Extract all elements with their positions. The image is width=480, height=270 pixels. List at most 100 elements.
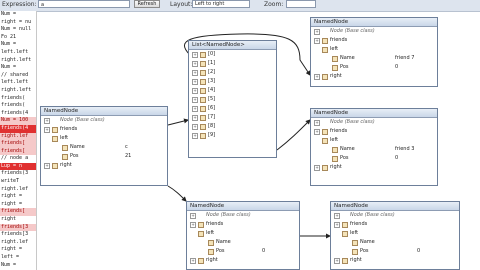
code-line[interactable]: right = [0, 193, 36, 201]
node-row[interactable]: left [41, 134, 167, 143]
expander-icon[interactable]: + [334, 222, 340, 228]
code-line[interactable]: left.left [0, 79, 36, 87]
node-row[interactable]: + Node (Base class) [41, 116, 167, 125]
node-row[interactable]: + friends [311, 127, 437, 136]
code-line[interactable]: friends[3 [0, 223, 36, 232]
node-row[interactable]: + Node (Base class) [187, 211, 299, 220]
expander-icon[interactable]: + [314, 29, 320, 35]
code-line[interactable]: Num = 100 [0, 117, 36, 125]
node-row[interactable]: + friends [187, 220, 299, 229]
code-line[interactable]: right.left [0, 87, 36, 95]
code-line[interactable]: friends(4 [0, 110, 36, 118]
node-row[interactable]: + friends [331, 220, 459, 229]
node-row[interactable]: left [331, 229, 459, 238]
code-line[interactable]: friends( [0, 95, 36, 103]
node-main[interactable]: NamedNode + Node (Base class) + friends left N… [40, 106, 168, 186]
code-line[interactable]: right = [0, 246, 36, 254]
expression-input[interactable]: a [38, 0, 130, 8]
code-line[interactable]: friends[3 [0, 231, 36, 239]
node-row[interactable]: + right [311, 72, 437, 81]
node-list[interactable]: List<NamedNode> + [0] + [1] + [2] + [3] + [4] + [5] +… [188, 40, 277, 158]
expander-icon[interactable]: + [192, 88, 198, 94]
expander-icon[interactable]: + [314, 74, 320, 80]
node-row[interactable]: left [187, 229, 299, 238]
expander-icon[interactable]: + [44, 118, 50, 124]
node-top-right[interactable]: NamedNode + Node (Base class) + friends left N… [310, 17, 438, 87]
code-line[interactable]: Num = [0, 262, 36, 270]
node-row[interactable]: left [311, 136, 437, 145]
expander-icon[interactable]: + [190, 213, 196, 219]
expander-icon[interactable]: + [192, 124, 198, 130]
code-line[interactable]: left = [0, 254, 36, 262]
node-row[interactable]: Pos 0 [311, 154, 437, 163]
code-line[interactable]: // shared [0, 72, 36, 80]
node-row[interactable]: + [0] [189, 50, 276, 59]
node-row[interactable]: + right [331, 256, 459, 265]
code-editor-strip[interactable]: Num = right = nu Num = null Fo 21 Num = lef… [0, 11, 37, 270]
node-row[interactable]: + [6] [189, 104, 276, 113]
node-row[interactable]: + [9] [189, 131, 276, 140]
node-row[interactable]: + [5] [189, 95, 276, 104]
code-line[interactable]: friends[ [0, 147, 36, 156]
node-row[interactable]: Pos 0 [311, 63, 437, 72]
layout-select[interactable]: Left to right [192, 0, 250, 8]
expander-icon[interactable]: + [314, 38, 320, 44]
expander-icon[interactable]: + [192, 70, 198, 76]
node-row[interactable]: Name friend 3 [311, 145, 437, 154]
code-line[interactable]: Num = null [0, 26, 36, 34]
code-line[interactable]: Num = [0, 41, 36, 49]
code-line[interactable]: right [0, 216, 36, 224]
node-row[interactable]: + right [187, 256, 299, 265]
code-line[interactable]: Fo 21 [0, 34, 36, 42]
expander-icon[interactable]: + [192, 52, 198, 58]
expander-icon[interactable]: + [192, 133, 198, 139]
node-row[interactable]: + right [311, 163, 437, 172]
expander-icon[interactable]: + [192, 97, 198, 103]
expander-icon[interactable]: + [190, 222, 196, 228]
code-line[interactable]: friends( [0, 102, 36, 110]
code-line[interactable]: friends[ [0, 140, 36, 148]
code-line[interactable]: right.lef [0, 239, 36, 247]
node-bottom-mid[interactable]: NamedNode + Node (Base class) + friends left N… [186, 201, 300, 270]
code-line[interactable]: // node a [0, 155, 36, 163]
node-row[interactable]: + right [41, 161, 167, 170]
node-row[interactable]: + [1] [189, 59, 276, 68]
code-line[interactable]: friends(3 [0, 170, 36, 178]
code-line[interactable]: friends[ [0, 208, 36, 217]
code-line[interactable]: right = nu [0, 19, 36, 27]
node-row[interactable]: + [8] [189, 122, 276, 131]
code-line[interactable]: Lup = n [0, 162, 36, 171]
node-row[interactable]: Pos 0 [331, 247, 459, 256]
expander-icon[interactable]: + [314, 120, 320, 126]
node-row[interactable]: + [2] [189, 68, 276, 77]
expander-icon[interactable]: + [192, 61, 198, 67]
code-line[interactable]: left.left [0, 49, 36, 57]
node-row[interactable]: + [7] [189, 113, 276, 122]
code-line[interactable]: writeT [0, 178, 36, 186]
code-line[interactable]: right = [0, 201, 36, 209]
node-row[interactable]: Name [187, 238, 299, 247]
expander-icon[interactable]: + [192, 115, 198, 121]
expander-icon[interactable]: + [192, 79, 198, 85]
code-line[interactable]: Num = [0, 11, 36, 19]
node-row[interactable]: + Node (Base class) [311, 27, 437, 36]
expander-icon[interactable]: + [44, 127, 50, 133]
node-row[interactable]: left [311, 45, 437, 54]
code-line[interactable]: friends(4 [0, 124, 36, 133]
expander-icon[interactable]: + [314, 129, 320, 135]
code-line[interactable]: Num = [0, 64, 36, 72]
expander-icon[interactable]: + [44, 163, 50, 169]
node-bottom-right[interactable]: NamedNode + Node (Base class) + friends left N… [330, 201, 460, 270]
node-row[interactable]: + Node (Base class) [311, 118, 437, 127]
code-line[interactable]: right.lef [0, 132, 36, 141]
zoom-select[interactable] [286, 0, 316, 8]
node-row[interactable]: + friends [41, 125, 167, 134]
expander-icon[interactable]: + [192, 106, 198, 112]
node-row[interactable]: Pos 0 [187, 247, 299, 256]
node-row[interactable]: Pos 21 [41, 152, 167, 161]
node-row[interactable]: + Node (Base class) [331, 211, 459, 220]
node-row[interactable]: Name [331, 238, 459, 247]
expander-icon[interactable]: + [190, 258, 196, 264]
code-line[interactable]: right.left [0, 57, 36, 65]
expander-icon[interactable]: + [334, 213, 340, 219]
